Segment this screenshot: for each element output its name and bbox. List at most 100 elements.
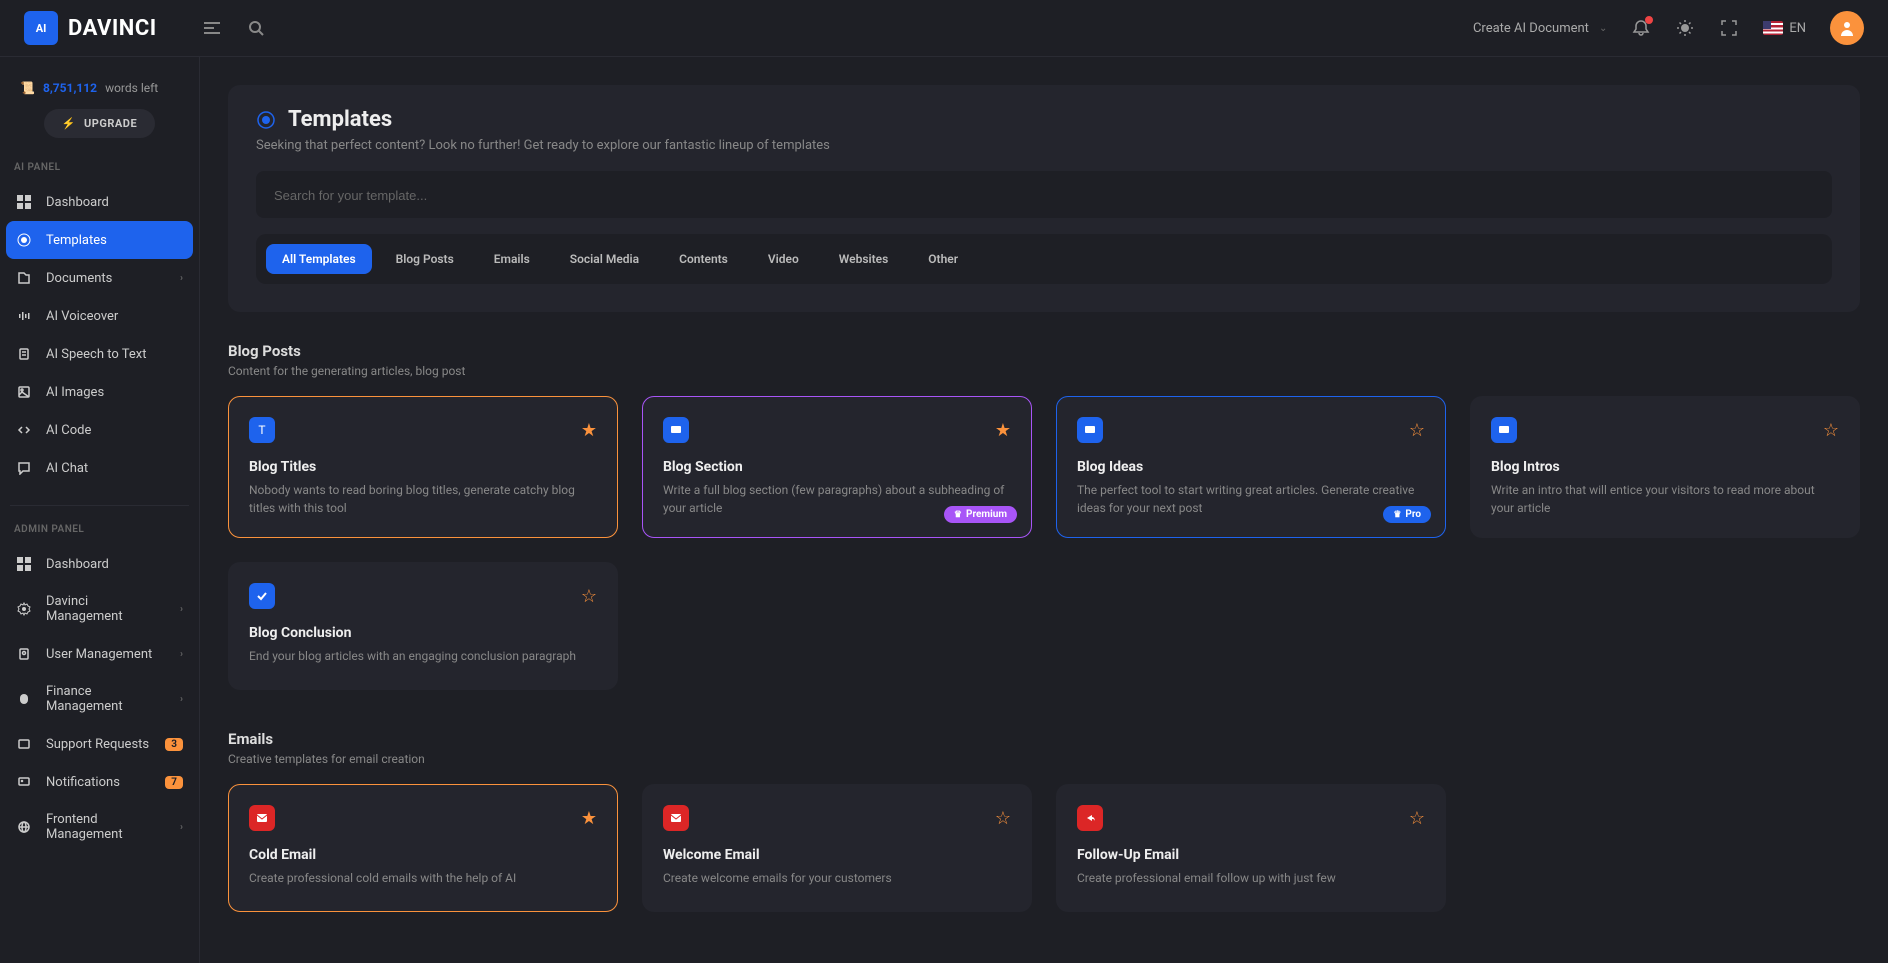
user-avatar[interactable]: [1830, 11, 1864, 45]
admin-panel-label: ADMIN PANEL: [6, 524, 193, 545]
upgrade-button[interactable]: ⚡ UPGRADE: [44, 109, 155, 138]
finance-icon: [16, 691, 32, 707]
favorite-star-icon[interactable]: ★: [995, 420, 1011, 441]
sidebar-item-ai-speech-to-text[interactable]: AI Speech to Text: [6, 335, 193, 373]
search-box: [256, 171, 1832, 218]
favorite-star-icon[interactable]: ☆: [1409, 420, 1425, 441]
favorite-star-icon[interactable]: ☆: [995, 808, 1011, 829]
card-desc: Nobody wants to read boring blog titles,…: [249, 481, 597, 517]
filter-other[interactable]: Other: [912, 244, 974, 274]
logo[interactable]: AI DAVINCI: [24, 11, 200, 45]
card-title: Follow-Up Email: [1077, 847, 1425, 863]
favorite-star-icon[interactable]: ☆: [581, 586, 597, 607]
sidebar-item-davinci-management[interactable]: Davinci Management ›: [6, 583, 193, 635]
sidebar-item-documents[interactable]: Documents ›: [6, 259, 193, 297]
sidebar-item-support-requests[interactable]: Support Requests 3: [6, 725, 193, 763]
card-desc: Create professional email follow up with…: [1077, 869, 1425, 887]
favorite-star-icon[interactable]: ★: [581, 808, 597, 829]
divider: [10, 505, 189, 506]
chevron-right-icon: ›: [180, 273, 183, 284]
favorite-star-icon[interactable]: ★: [581, 420, 597, 441]
card-title: Blog Ideas: [1077, 459, 1425, 475]
nav-label: Notifications: [46, 775, 120, 790]
favorite-star-icon[interactable]: ☆: [1409, 808, 1425, 829]
speech-icon: [16, 346, 32, 362]
sidebar-item-finance-management[interactable]: Finance Management ›: [6, 673, 193, 725]
card-icon: [249, 805, 275, 831]
nav-label: AI Speech to Text: [46, 347, 146, 362]
template-card-blog-titles[interactable]: T ★ Blog Titles Nobody wants to read bor…: [228, 396, 618, 538]
filter-emails[interactable]: Emails: [478, 244, 546, 274]
template-card-follow-up-email[interactable]: ☆ Follow-Up Email Create professional em…: [1056, 784, 1446, 912]
language-selector[interactable]: EN: [1763, 21, 1806, 36]
filter-all-templates[interactable]: All Templates: [266, 244, 372, 274]
sidebar-item-templates[interactable]: Templates: [6, 221, 193, 259]
card-title: Welcome Email: [663, 847, 1011, 863]
sidebar-item-ai-voiceover[interactable]: AI Voiceover: [6, 297, 193, 335]
card-desc: End your blog articles with an engaging …: [249, 647, 597, 665]
pro-badge: ♛Pro: [1383, 506, 1431, 523]
card-icon: [1077, 805, 1103, 831]
card-icon: [1077, 417, 1103, 443]
header: AI DAVINCI Create AI Document ⌄ EN: [0, 0, 1888, 57]
logo-text: DAVINCI: [68, 16, 157, 41]
sidebar: 📜 8,751,112 words left ⚡ UPGRADE AI PANE…: [0, 57, 200, 963]
filter-contents[interactable]: Contents: [663, 244, 744, 274]
sidebar-item-ai-images[interactable]: AI Images: [6, 373, 193, 411]
sidebar-item-ai-code[interactable]: AI Code: [6, 411, 193, 449]
filter-websites[interactable]: Websites: [823, 244, 905, 274]
sidebar-item-ai-chat[interactable]: AI Chat: [6, 449, 193, 487]
favorite-star-icon[interactable]: ☆: [1823, 420, 1839, 441]
globe-icon: [16, 819, 32, 835]
template-card-blog-ideas[interactable]: ☆ Blog Ideas The perfect tool to start w…: [1056, 396, 1446, 538]
nav-label: Dashboard: [46, 557, 109, 572]
premium-badge: ♛Premium: [944, 506, 1017, 523]
template-card-cold-email[interactable]: ★ Cold Email Create professional cold em…: [228, 784, 618, 912]
ai-panel-label: AI PANEL: [6, 162, 193, 183]
templates-page-icon: [256, 110, 276, 130]
notifications-icon[interactable]: [1631, 18, 1651, 38]
dashboard-icon: [16, 194, 32, 210]
template-card-blog-intros[interactable]: ☆ Blog Intros Write an intro that will e…: [1470, 396, 1860, 538]
search-icon[interactable]: [244, 16, 268, 40]
sidebar-item-frontend-management[interactable]: Frontend Management ›: [6, 801, 193, 853]
bell-icon: [16, 774, 32, 790]
nav-label: AI Chat: [46, 461, 88, 476]
template-search-input[interactable]: [274, 188, 1814, 203]
sidebar-item-admin-dashboard[interactable]: Dashboard: [6, 545, 193, 583]
nav-label: Frontend Management: [46, 812, 166, 842]
card-icon: [1491, 417, 1517, 443]
fullscreen-icon[interactable]: [1719, 18, 1739, 38]
category-subtitle: Creative templates for email creation: [228, 752, 1860, 766]
category-title: Blog Posts: [228, 342, 1860, 360]
code-icon: [16, 422, 32, 438]
filter-blog-posts[interactable]: Blog Posts: [380, 244, 470, 274]
create-ai-document-button[interactable]: Create AI Document ⌄: [1473, 21, 1607, 36]
nav-label: AI Images: [46, 385, 104, 400]
sidebar-item-notifications[interactable]: Notifications 7: [6, 763, 193, 801]
template-card-blog-conclusion[interactable]: ☆ Blog Conclusion End your blog articles…: [228, 562, 618, 690]
page-subtitle: Seeking that perfect content? Look no fu…: [256, 138, 1832, 153]
card-icon: [663, 805, 689, 831]
theme-toggle-icon[interactable]: [1675, 18, 1695, 38]
badge: 3: [165, 738, 183, 751]
main-content: Templates Seeking that perfect content? …: [200, 57, 1888, 963]
nav-label: Davinci Management: [46, 594, 166, 624]
create-doc-label: Create AI Document: [1473, 21, 1589, 36]
filter-video[interactable]: Video: [752, 244, 815, 274]
filter-tabs: All Templates Blog Posts Emails Social M…: [256, 234, 1832, 284]
template-card-welcome-email[interactable]: ☆ Welcome Email Create welcome emails fo…: [642, 784, 1032, 912]
card-title: Cold Email: [249, 847, 597, 863]
documents-icon: [16, 270, 32, 286]
template-card-blog-section[interactable]: ★ Blog Section Write a full blog section…: [642, 396, 1032, 538]
upgrade-icon: ⚡: [62, 117, 76, 130]
menu-toggle-icon[interactable]: [200, 16, 224, 40]
filter-social-media[interactable]: Social Media: [554, 244, 655, 274]
card-title: Blog Section: [663, 459, 1011, 475]
category-title: Emails: [228, 730, 1860, 748]
sidebar-item-dashboard[interactable]: Dashboard: [6, 183, 193, 221]
nav-label: Templates: [46, 233, 107, 248]
nav-label: Support Requests: [46, 737, 149, 752]
sidebar-item-user-management[interactable]: User Management ›: [6, 635, 193, 673]
words-icon: 📜: [20, 81, 35, 95]
